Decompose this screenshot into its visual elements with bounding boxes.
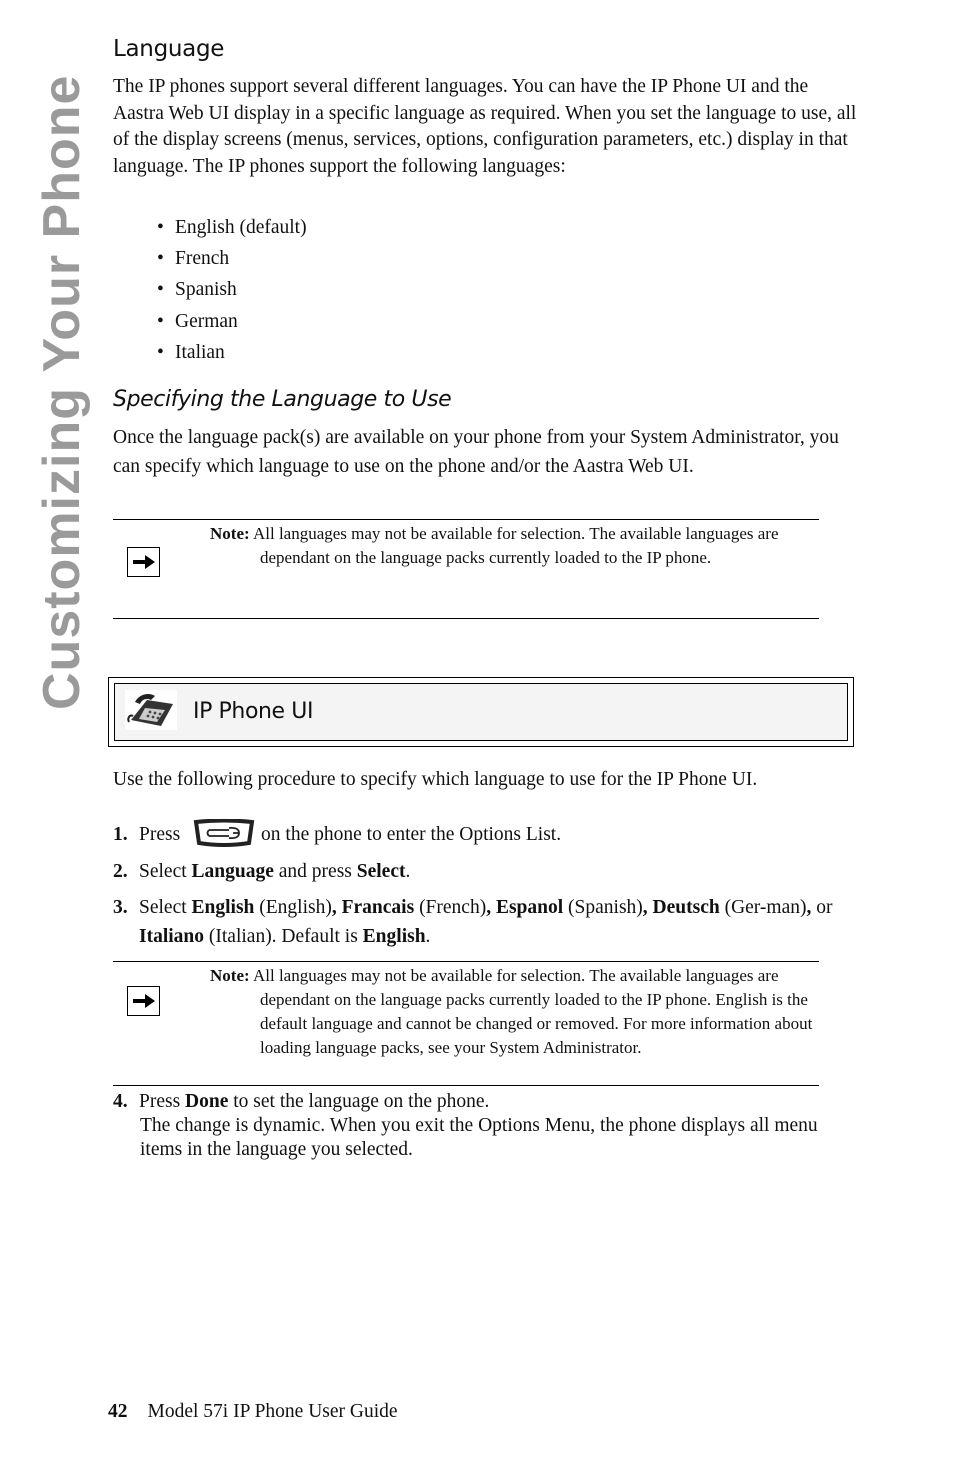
language-list-item: • French xyxy=(157,245,307,276)
note-label: Note: xyxy=(210,966,250,985)
procedure-step-4: 4. Press Done to set the language on the … xyxy=(113,1090,843,1162)
bullet-icon: • xyxy=(157,279,164,301)
arrow-right-icon xyxy=(127,986,160,1016)
procedure-intro: Use the following procedure to specify w… xyxy=(113,769,758,790)
page-footer: 42 Model 57i IP Phone User Guide xyxy=(108,1401,398,1423)
note-text: All languages may not be available for s… xyxy=(252,524,779,567)
step-1: 1. Press on the phone to enter the Option… xyxy=(113,818,843,857)
document-title: Model 57i IP Phone User Guide xyxy=(147,1401,398,1422)
ip-phone-ui-title: IP Phone UI xyxy=(193,699,314,724)
note-box-1: Note: All languages may not be available… xyxy=(113,519,819,619)
desk-phone-icon xyxy=(125,690,177,730)
chapter-side-tab: Customizing Your Phone xyxy=(33,74,91,710)
ip-phone-ui-banner: IP Phone UI xyxy=(108,677,854,747)
options-key-icon xyxy=(193,818,255,847)
bullet-icon: • xyxy=(157,341,164,363)
note-box-2: Note: All languages may not be available… xyxy=(113,961,819,1086)
step-4: 4. Press Done to set the language on the … xyxy=(113,1091,490,1112)
language-list-item: • Spanish xyxy=(157,276,307,307)
language-intro-paragraph: The IP phones support several different … xyxy=(113,76,857,177)
bullet-icon: • xyxy=(157,248,164,270)
step-3: 3. Select English (English), Francais (Fr… xyxy=(113,897,833,947)
note-text: All languages may not be available for s… xyxy=(252,966,813,1057)
note-label: Note: xyxy=(210,524,250,543)
subsection-intro-paragraph: Once the language pack(s) are available … xyxy=(113,427,839,477)
subsection-heading: Specifying the Language to Use xyxy=(113,387,452,412)
bullet-icon: • xyxy=(157,217,164,238)
language-list: • English (default) • French • Spanish • Ger… xyxy=(157,214,307,370)
section-heading-language: Language xyxy=(113,36,225,62)
language-list-item: • German xyxy=(157,308,307,339)
page-number: 42 xyxy=(108,1401,128,1422)
language-list-item: • Italian xyxy=(157,339,307,370)
bullet-icon: • xyxy=(157,310,164,332)
procedure-steps: 1. Press on the phone to enter the Option… xyxy=(113,818,843,951)
language-list-item: • English (default) xyxy=(157,214,307,245)
arrow-right-icon xyxy=(127,547,160,577)
step-4-detail: The change is dynamic. When you exit the… xyxy=(140,1115,818,1160)
step-2: 2. Select Language and press Select. xyxy=(113,861,411,882)
